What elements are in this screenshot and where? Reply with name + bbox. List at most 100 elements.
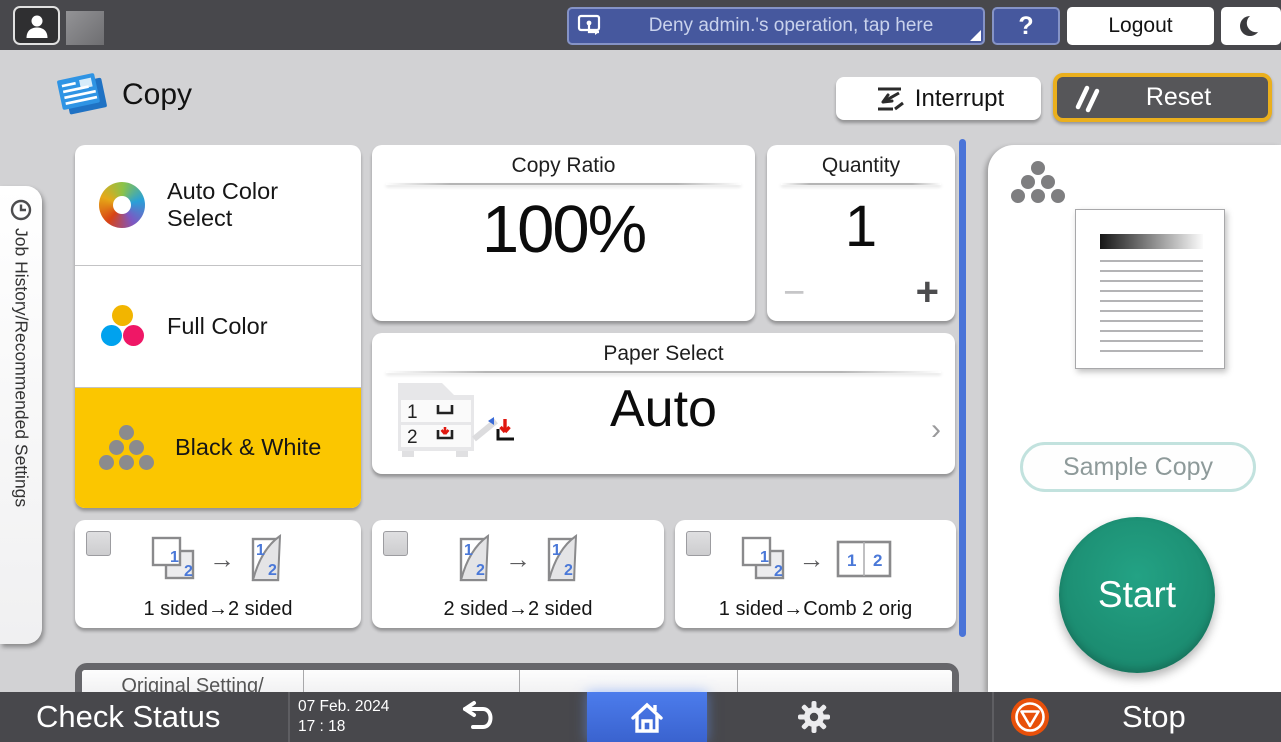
two-sided-page-icon: 1 2 [245,533,287,585]
system-bar: Check Status 07 Feb. 2024 17 : 18 Stop [0,692,1281,742]
svg-text:2: 2 [476,562,485,579]
scrollbar[interactable] [959,139,966,637]
copy-app-icon [52,68,110,120]
clock-icon [10,199,32,221]
sleep-mode-button[interactable] [1221,7,1281,45]
job-preview-panel: Sample Copy Start [988,145,1281,692]
quantity-value: 1 [844,194,878,259]
combine-2orig-label: 1 sided→Comb 2 orig [718,598,913,620]
svg-text:2: 2 [873,551,882,570]
gear-icon [796,699,832,735]
chevron-right-icon: › [931,413,941,446]
paper-select-title: Paper Select [603,342,724,365]
user-login-button[interactable] [13,6,60,45]
date-label: 07 Feb. 2024 [298,697,390,715]
page-title: Copy [122,78,193,111]
settings-button[interactable] [778,692,850,742]
duplex-1to2-card[interactable]: 2 1 → 1 2 1 sided→2 sided [75,520,361,628]
black-white-label: Black & White [175,434,322,461]
quantity-card[interactable]: Quantity 1 − + [767,145,955,321]
top-bar: Deny admin.'s operation, tap here ? Logo… [0,0,1281,50]
combined-page-icon: 1 2 [835,539,893,579]
logout-button[interactable]: Logout [1067,7,1214,45]
divider [781,183,941,185]
svg-text:1: 1 [464,542,473,559]
interrupt-label: Interrupt [914,84,1005,112]
sample-copy-button[interactable]: Sample Copy [1020,442,1256,492]
stop-label: Stop [1122,699,1186,734]
divider [992,692,994,742]
copy-ratio-card[interactable]: Copy Ratio 100% [372,145,755,321]
color-mode-full-color[interactable]: Full Color [75,266,361,388]
divider [386,183,741,185]
arrow-right-icon: → [505,543,531,574]
arrow-right-icon: → [209,543,235,574]
svg-text:2: 2 [564,562,573,579]
admin-operation-banner[interactable]: Deny admin.'s operation, tap here [567,7,985,45]
interrupt-button[interactable]: Interrupt [836,77,1041,120]
quantity-decrease-button[interactable]: − [783,272,805,315]
help-label: ? [1018,11,1034,40]
quantity-title: Quantity [821,154,901,177]
job-history-tab[interactable]: Job History/Recommended Settings [0,186,42,644]
svg-text:1: 1 [256,542,265,559]
svg-text:2: 2 [184,563,193,580]
svg-text:2: 2 [774,563,783,580]
two-sided-page-icon: 1 2 [541,533,583,585]
job-history-tab-label: Job History/Recommended Settings [11,228,32,508]
start-button[interactable]: Start [1059,517,1215,673]
copy-ratio-value: 100% [481,192,647,267]
sample-copy-label: Sample Copy [1062,452,1214,481]
stop-icon [1010,697,1050,737]
home-icon [627,697,667,737]
person-icon [23,12,51,40]
color-mode-group: Auto Color Select Full Color Black & Whi… [75,145,361,508]
arrow-right-icon: → [798,543,825,574]
paper-select-card[interactable]: Paper Select Auto › 1 2 [372,333,955,474]
divider [288,692,290,742]
color-mode-auto-color-select[interactable]: Auto Color Select [75,145,361,267]
svg-text:1: 1 [407,402,418,423]
back-arrow-icon [453,700,501,734]
logout-label: Logout [1108,14,1173,37]
banner-corner-mark [970,30,981,41]
back-button[interactable] [432,692,522,742]
remote-operation-icon [577,12,607,40]
svg-text:1: 1 [170,549,179,566]
svg-text:1: 1 [552,542,561,559]
banner-text: Deny admin.'s operation, tap here [648,15,934,36]
time-label: 17 : 18 [298,718,346,735]
moon-icon [1238,13,1264,39]
svg-text:2: 2 [407,427,418,448]
combine-2orig-card[interactable]: 2 1 → 1 2 1 sided→Comb 2 orig [675,520,956,628]
full-color-icon [99,303,145,349]
duplex-1to2-label: 1 sided→2 sided [143,598,293,620]
copier-touchscreen: Deny admin.'s operation, tap here ? Logo… [0,0,1281,742]
help-button[interactable]: ? [992,7,1060,45]
stacked-pages-icon: 2 1 [149,534,199,584]
duplex-2to2-card[interactable]: 1 2 → 1 2 2 sided→2 sided [372,520,664,628]
start-label: Start [1097,574,1177,615]
check-status-button[interactable]: Check Status [36,699,220,735]
stacked-pages-icon: 2 1 [739,534,789,584]
auto-color-icon [99,182,145,229]
preview-gradient-bar [1100,234,1203,249]
reset-slashes-icon [1075,85,1100,112]
printer-trays-icon: 1 2 [390,367,540,463]
date-time: 07 Feb. 2024 17 : 18 [298,697,389,737]
black-white-icon [99,424,154,471]
reset-label: Reset [1145,83,1212,111]
full-color-label: Full Color [167,312,268,339]
document-preview [1075,209,1225,369]
quantity-increase-button[interactable]: + [916,270,939,315]
user-color-swatch [66,11,104,45]
duplex-2to2-label: 2 sided→2 sided [443,598,593,620]
svg-text:2: 2 [268,562,277,579]
reset-button[interactable]: Reset [1053,73,1272,122]
svg-text:1: 1 [760,549,769,566]
home-button[interactable] [587,692,707,742]
black-white-mode-indicator-icon [1010,161,1066,203]
copy-ratio-title: Copy Ratio [511,154,616,177]
color-mode-black-white[interactable]: Black & White [75,387,361,508]
stop-button[interactable]: Stop [1010,692,1270,742]
